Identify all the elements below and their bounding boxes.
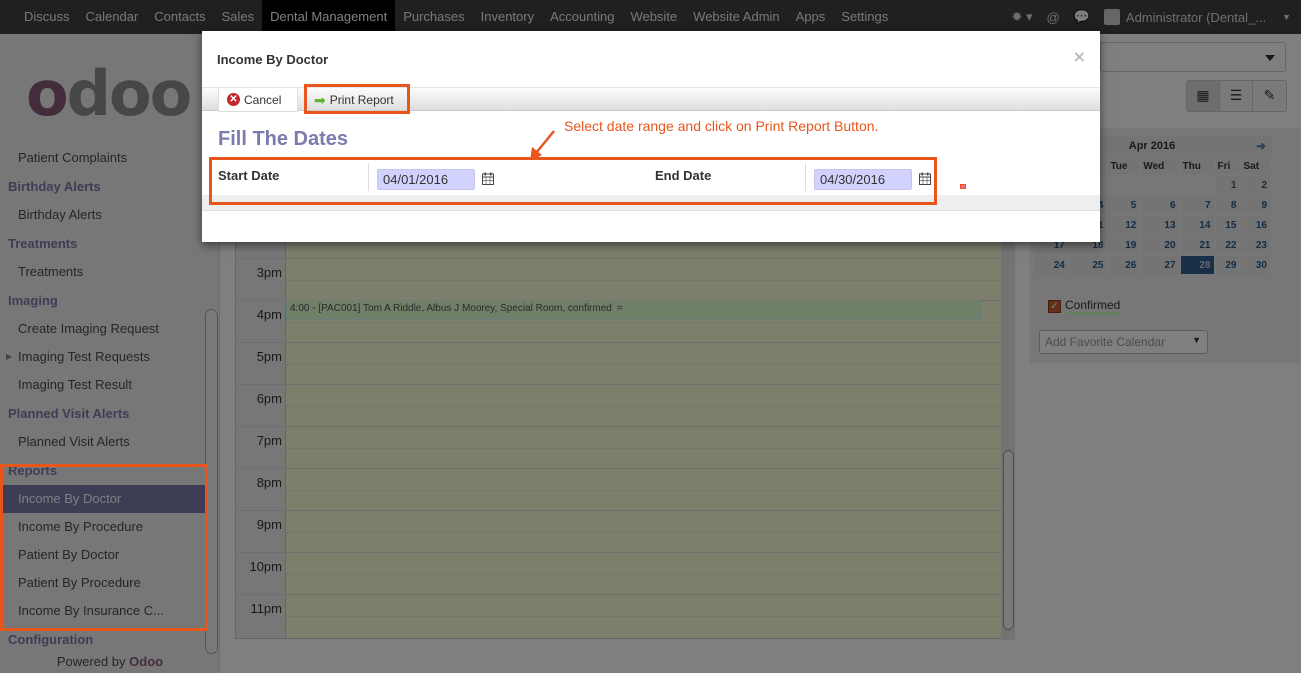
cancel-icon: ✕ [227,93,240,106]
dialog-title: Income By Doctor [217,52,329,67]
annotation-text: Select date range and click on Print Rep… [564,118,879,134]
highlight-reports-menu [0,464,208,631]
highlight-print-button [304,84,410,114]
income-by-doctor-dialog: Income By Doctor × ✕ Cancel ➡ Print Repo… [202,31,1100,242]
annotation-marker [960,184,966,189]
dialog-header: Income By Doctor × [202,31,1100,88]
close-icon[interactable]: × [1073,47,1086,66]
highlight-date-fields [209,157,937,205]
cancel-button[interactable]: ✕ Cancel [218,88,298,112]
section-title: Fill The Dates [218,128,349,150]
